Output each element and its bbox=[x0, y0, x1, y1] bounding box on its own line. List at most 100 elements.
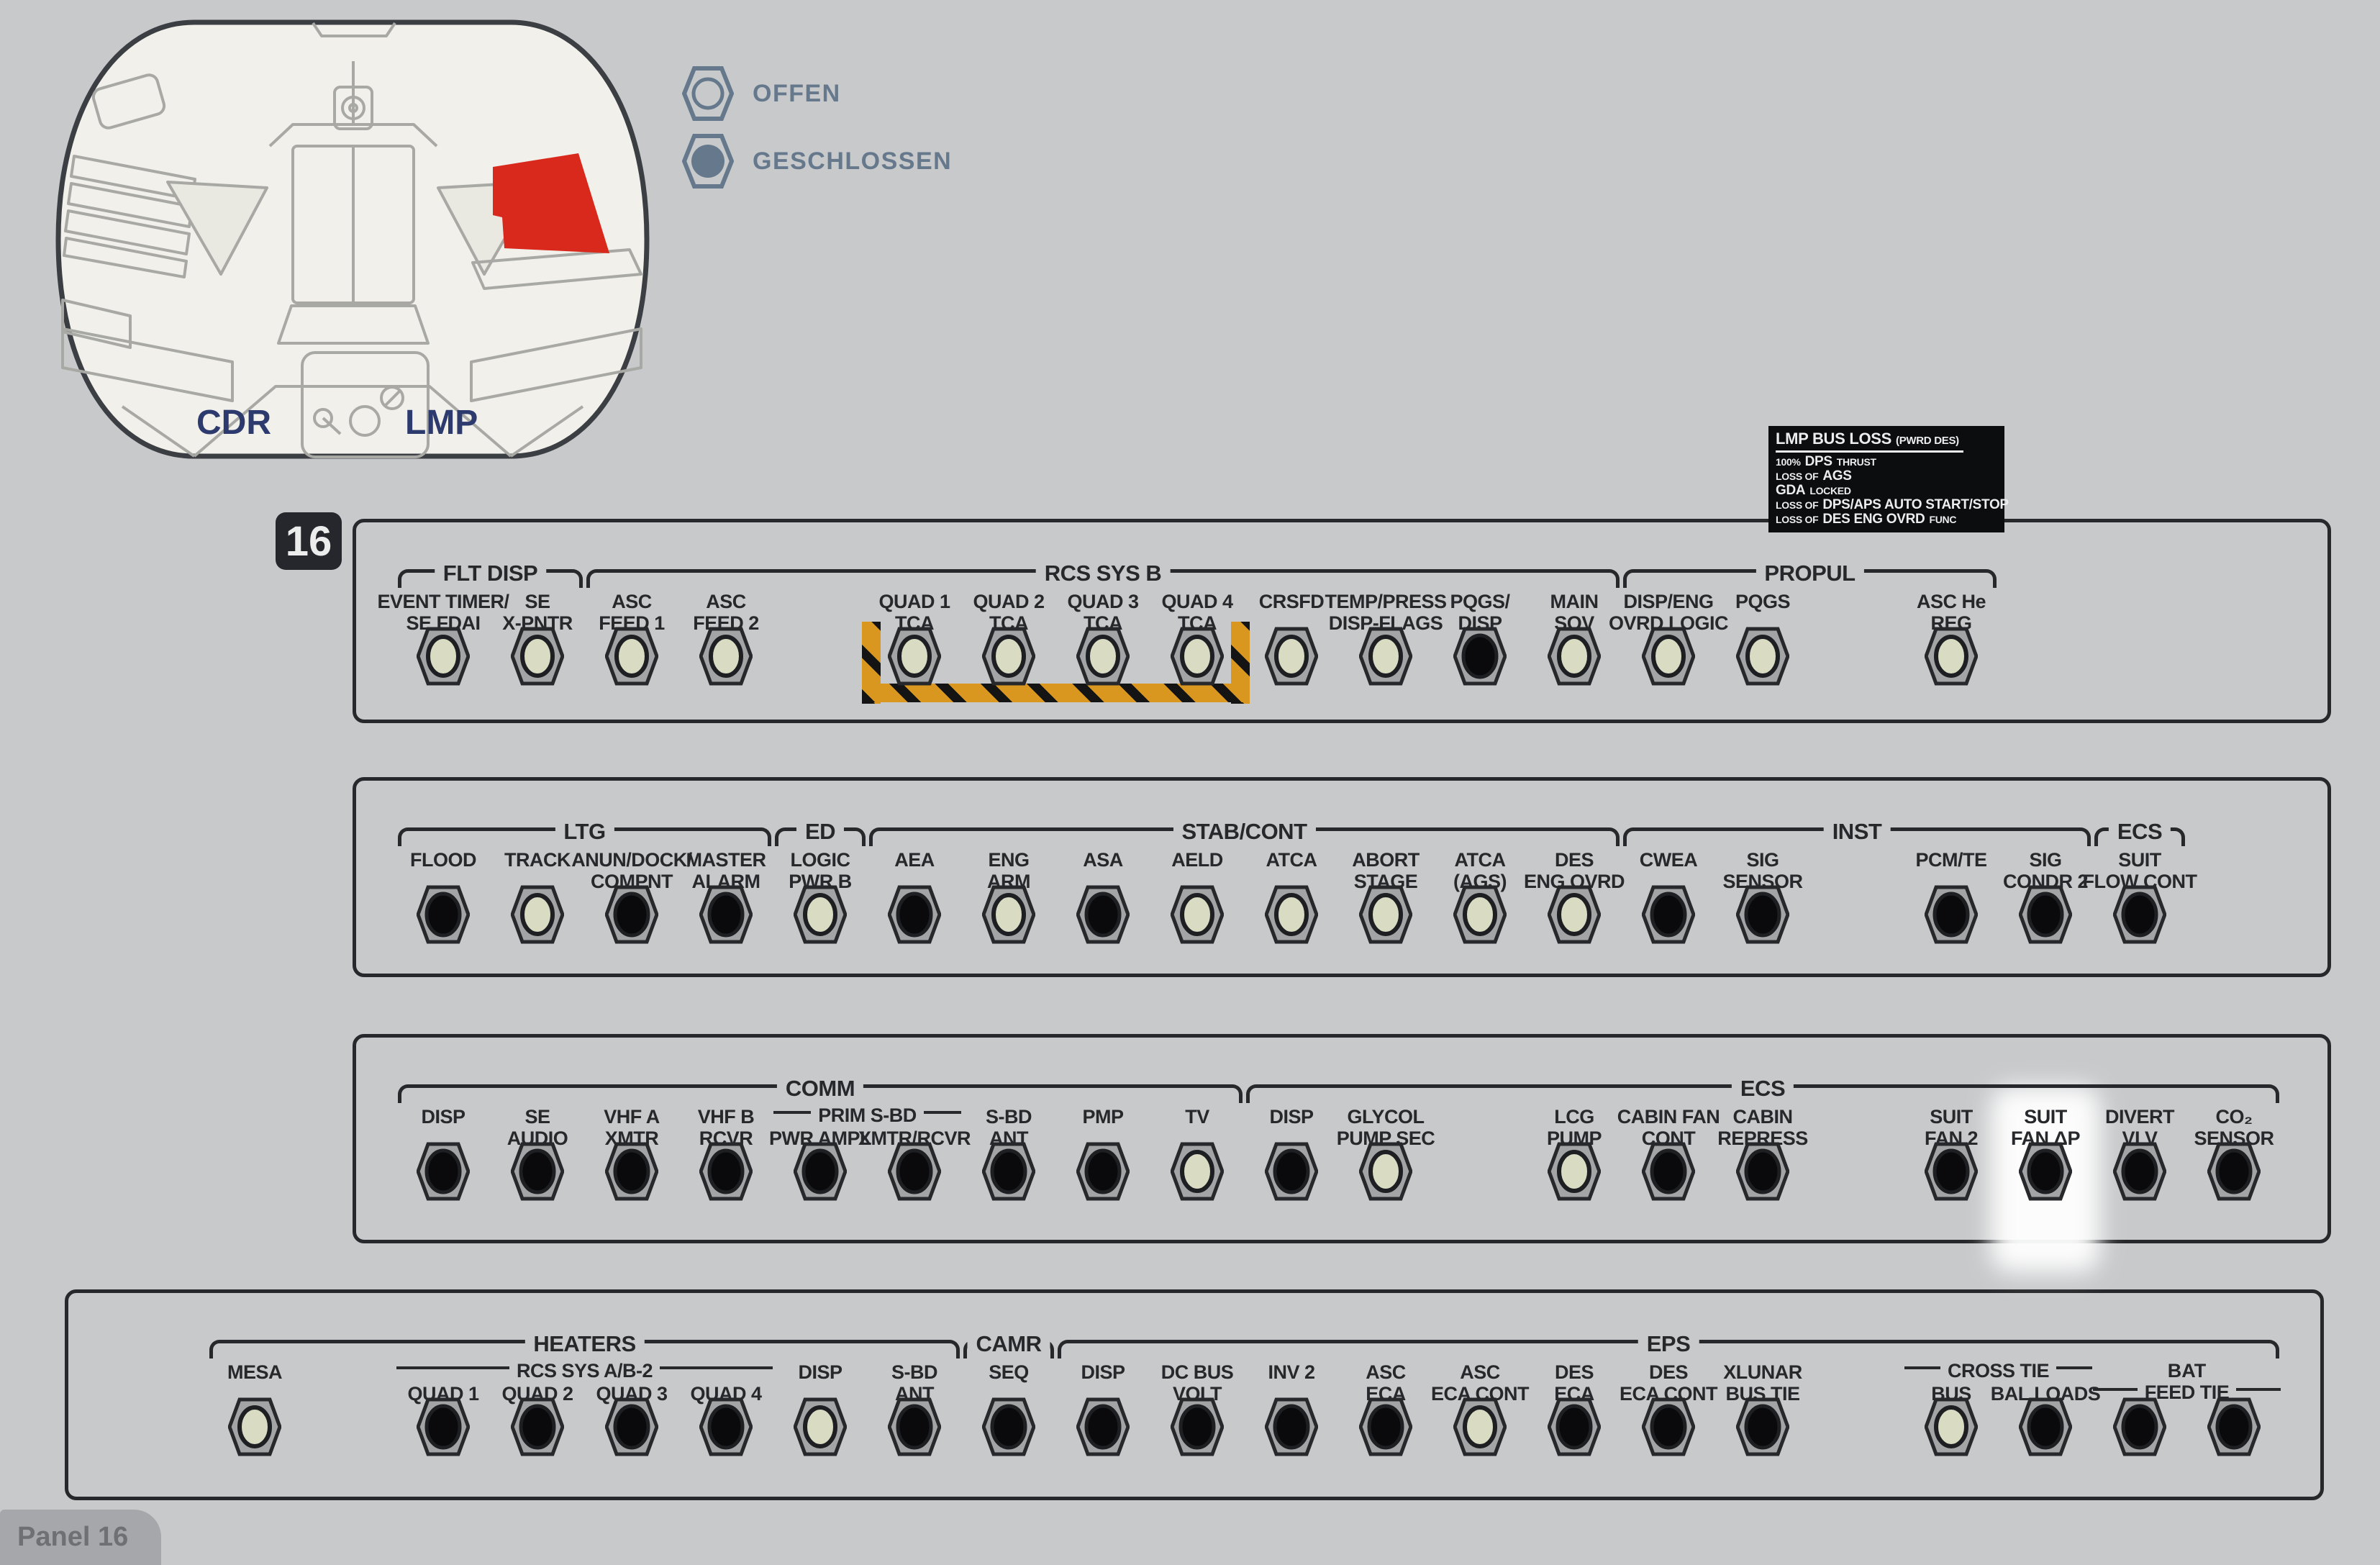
breaker-aea[interactable] bbox=[887, 884, 942, 945]
breaker-label-glycol-pump-sec: GLYCOL PUMP SEC bbox=[1336, 1106, 1435, 1149]
breaker-suit-flow-cont[interactable] bbox=[2112, 884, 2167, 945]
breaker-atca-ags[interactable] bbox=[1453, 884, 1507, 945]
breaker-xlunar-bus-tie[interactable] bbox=[1735, 1396, 1790, 1458]
breaker-hex-icon bbox=[1641, 1142, 1696, 1201]
breaker-eng-arm[interactable] bbox=[981, 884, 1036, 945]
breaker-seq[interactable] bbox=[981, 1396, 1036, 1458]
breaker-asc-he-reg[interactable] bbox=[1924, 625, 1979, 687]
breaker-temp-press-disp-flags[interactable] bbox=[1358, 625, 1413, 687]
breaker-bat-feed-tie-2[interactable] bbox=[2207, 1396, 2261, 1458]
breaker-track[interactable] bbox=[510, 884, 565, 945]
breaker-hex-icon bbox=[699, 1397, 753, 1456]
breaker-cabin-fan-cont[interactable] bbox=[1641, 1140, 1696, 1202]
breaker-hex-icon bbox=[1170, 1397, 1225, 1456]
group-label: PROPUL bbox=[1756, 561, 1864, 586]
breaker-flood[interactable] bbox=[416, 884, 471, 945]
breaker-quad-3[interactable] bbox=[604, 1396, 659, 1458]
breaker-pcm-te[interactable] bbox=[1924, 884, 1979, 945]
breaker-logic-pwr-b[interactable] bbox=[793, 884, 848, 945]
breaker-cwea[interactable] bbox=[1641, 884, 1696, 945]
breaker-hex-icon bbox=[1641, 1397, 1696, 1456]
breaker-asc-eca[interactable] bbox=[1358, 1396, 1413, 1458]
breaker-suit-fan-2[interactable] bbox=[1924, 1140, 1979, 1202]
breaker-sig-condr-2[interactable] bbox=[2018, 884, 2073, 945]
breaker-abort-stage[interactable] bbox=[1358, 884, 1413, 945]
breaker-hex-icon bbox=[793, 885, 848, 944]
breaker-quad-4[interactable] bbox=[699, 1396, 753, 1458]
breaker-suit-fan-deltap[interactable] bbox=[2018, 1140, 2073, 1202]
breaker-se-audio[interactable] bbox=[510, 1140, 565, 1202]
breaker-des-eca-cont[interactable] bbox=[1641, 1396, 1696, 1458]
breaker-disp[interactable] bbox=[793, 1396, 848, 1458]
breaker-hex-icon bbox=[1453, 885, 1507, 944]
group-label: ECS bbox=[2108, 819, 2171, 845]
breaker-quad-1-tca[interactable] bbox=[887, 625, 942, 687]
breaker-quad-1[interactable] bbox=[416, 1396, 471, 1458]
breaker-event-timer-se-fdai[interactable] bbox=[416, 625, 471, 687]
breaker-vhf-a-xmtr[interactable] bbox=[604, 1140, 659, 1202]
breaker-hex-icon bbox=[1453, 627, 1507, 686]
breaker-pqgs[interactable] bbox=[1735, 625, 1790, 687]
breaker-hex-icon bbox=[887, 1142, 942, 1201]
breaker-crsfd[interactable] bbox=[1264, 625, 1319, 687]
breaker-hex-icon bbox=[1735, 885, 1790, 944]
breaker-asc-eca-cont[interactable] bbox=[1453, 1396, 1507, 1458]
breaker-asc-feed-1[interactable] bbox=[604, 625, 659, 687]
breaker-s-bd-ant[interactable] bbox=[981, 1140, 1036, 1202]
breaker-mesa[interactable] bbox=[227, 1396, 282, 1458]
breaker-dc-bus-volt[interactable] bbox=[1170, 1396, 1225, 1458]
breaker-sig-sensor[interactable] bbox=[1735, 884, 1790, 945]
breaker-pqgs-disp[interactable] bbox=[1453, 625, 1507, 687]
breaker-hex-icon bbox=[604, 1397, 659, 1456]
breaker-glycol-pump-sec[interactable] bbox=[1358, 1140, 1413, 1202]
breaker-divert-vlv[interactable] bbox=[2112, 1140, 2167, 1202]
breaker-s-bd-ant[interactable] bbox=[887, 1396, 942, 1458]
breaker-pmp[interactable] bbox=[1076, 1140, 1130, 1202]
breaker-asc-feed-2[interactable] bbox=[699, 625, 753, 687]
lmp-label: LMP bbox=[405, 404, 478, 442]
group-eps: EPS bbox=[1058, 1331, 2279, 1358]
breaker-bus[interactable] bbox=[1924, 1396, 1979, 1458]
breaker-hex-icon bbox=[2207, 1397, 2261, 1456]
breaker-bat-feed-tie-1[interactable] bbox=[2112, 1396, 2167, 1458]
breaker-hex-icon bbox=[416, 1397, 471, 1456]
breaker-hex-icon bbox=[1076, 627, 1130, 686]
breaker-quad-3-tca[interactable] bbox=[1076, 625, 1130, 687]
warning-line: LOSS OF DPS/APS AUTO START/STOP bbox=[1776, 497, 2009, 512]
breaker-hex-icon bbox=[2207, 1142, 2261, 1201]
breaker-hex-icon bbox=[416, 1142, 471, 1201]
breaker-se-x-pntr[interactable] bbox=[510, 625, 565, 687]
breaker-main-sov[interactable] bbox=[1547, 625, 1602, 687]
breaker-vhf-b-rcvr[interactable] bbox=[699, 1140, 753, 1202]
breaker-quad-2-tca[interactable] bbox=[981, 625, 1036, 687]
breaker-lcg-pump[interactable] bbox=[1547, 1140, 1602, 1202]
breaker-quad-4-tca[interactable] bbox=[1170, 625, 1225, 687]
subgroup-prim-s-bd: PRIM S-BD bbox=[773, 1104, 961, 1126]
breaker-hex-icon bbox=[699, 885, 753, 944]
breaker-des-eng-ovrd[interactable] bbox=[1547, 884, 1602, 945]
breaker-anun-dock-compnt[interactable] bbox=[604, 884, 659, 945]
breaker-disp[interactable] bbox=[416, 1140, 471, 1202]
breaker-co2-sensor[interactable] bbox=[2207, 1140, 2261, 1202]
legend-closed-row: GESCHLOSSEN bbox=[682, 132, 952, 190]
breaker-asa[interactable] bbox=[1076, 884, 1130, 945]
breaker-hex-icon bbox=[416, 627, 471, 686]
breaker-cabin-repress[interactable] bbox=[1735, 1140, 1790, 1202]
breaker-pwr-ampl[interactable] bbox=[793, 1140, 848, 1202]
breaker-atca[interactable] bbox=[1264, 884, 1319, 945]
breaker-des-eca[interactable] bbox=[1547, 1396, 1602, 1458]
warning-line: LOSS OF DES ENG OVRD FUNC bbox=[1776, 512, 1957, 527]
breaker-tv[interactable] bbox=[1170, 1140, 1225, 1202]
breaker-hex-icon bbox=[604, 1142, 659, 1201]
breaker-bal-loads[interactable] bbox=[2018, 1396, 2073, 1458]
breaker-hex-icon bbox=[1924, 885, 1979, 944]
breaker-disp-eng-ovrd-logic[interactable] bbox=[1641, 625, 1696, 687]
breaker-disp[interactable] bbox=[1076, 1396, 1130, 1458]
breaker-quad-2[interactable] bbox=[510, 1396, 565, 1458]
breaker-disp[interactable] bbox=[1264, 1140, 1319, 1202]
group-heaters: HEATERS bbox=[209, 1331, 960, 1358]
breaker-master-alarm[interactable] bbox=[699, 884, 753, 945]
breaker-inv-2[interactable] bbox=[1264, 1396, 1319, 1458]
breaker-xmtr-rcvr[interactable] bbox=[887, 1140, 942, 1202]
breaker-aeld[interactable] bbox=[1170, 884, 1225, 945]
